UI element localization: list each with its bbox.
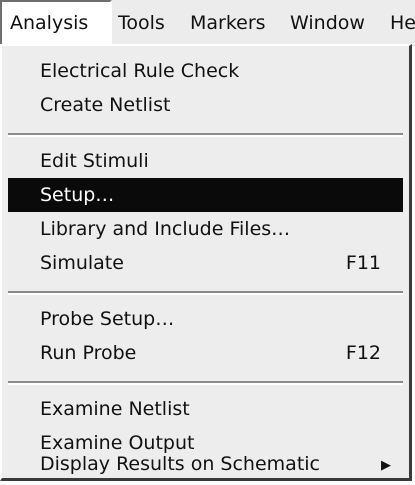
menu-item-setup[interactable]: Setup… bbox=[8, 178, 403, 212]
analysis-dropdown-menu: Electrical Rule Check Create Netlist Edi… bbox=[0, 44, 412, 481]
menu-item-examine-netlist[interactable]: Examine Netlist bbox=[8, 392, 403, 426]
menu-item-create-netlist[interactable]: Create Netlist bbox=[8, 88, 403, 122]
shortcut-label: F11 bbox=[345, 252, 381, 274]
menu-markers[interactable]: Markers bbox=[190, 0, 266, 46]
menu-item-label: Simulate bbox=[40, 252, 124, 274]
menu-item-probe-setup[interactable]: Probe Setup… bbox=[8, 302, 403, 336]
menu-item-label: Probe Setup… bbox=[40, 308, 175, 330]
menu-item-electrical-rule-check[interactable]: Electrical Rule Check bbox=[8, 54, 403, 88]
menu-separator bbox=[8, 133, 403, 137]
menu-separator bbox=[8, 291, 403, 295]
menu-item-label: Run Probe bbox=[40, 342, 137, 364]
menu-separator bbox=[8, 381, 403, 385]
submenu-arrow-icon: ▶ bbox=[381, 458, 391, 473]
menu-item-label: Setup… bbox=[40, 184, 115, 206]
menu-help[interactable]: He bbox=[390, 0, 415, 46]
menu-window[interactable]: Window bbox=[290, 0, 365, 46]
menu-item-label: Create Netlist bbox=[40, 94, 171, 116]
menu-item-label: Examine Netlist bbox=[40, 398, 190, 420]
shortcut-label: F12 bbox=[345, 342, 381, 364]
menu-item-library-include-files[interactable]: Library and Include Files… bbox=[8, 212, 403, 246]
menu-item-label: Edit Stimuli bbox=[40, 150, 149, 172]
menu-item-label: Electrical Rule Check bbox=[40, 60, 240, 82]
menu-analysis[interactable]: Analysis bbox=[0, 0, 112, 46]
menu-item-label: Display Results on Schematic bbox=[40, 453, 320, 475]
menu-item-label: Library and Include Files… bbox=[40, 218, 291, 240]
page: Analysis Tools Markers Window He Electri… bbox=[0, 0, 415, 485]
menu-item-simulate[interactable]: Simulate F11 bbox=[8, 246, 403, 280]
menu-bar: Analysis Tools Markers Window He bbox=[0, 0, 415, 46]
menu-tools[interactable]: Tools bbox=[118, 0, 165, 46]
menu-item-display-results[interactable]: Display Results on Schematic ▶ bbox=[8, 455, 403, 476]
menu-item-run-probe[interactable]: Run Probe F12 bbox=[8, 336, 403, 370]
menu-item-edit-stimuli[interactable]: Edit Stimuli bbox=[8, 144, 403, 178]
